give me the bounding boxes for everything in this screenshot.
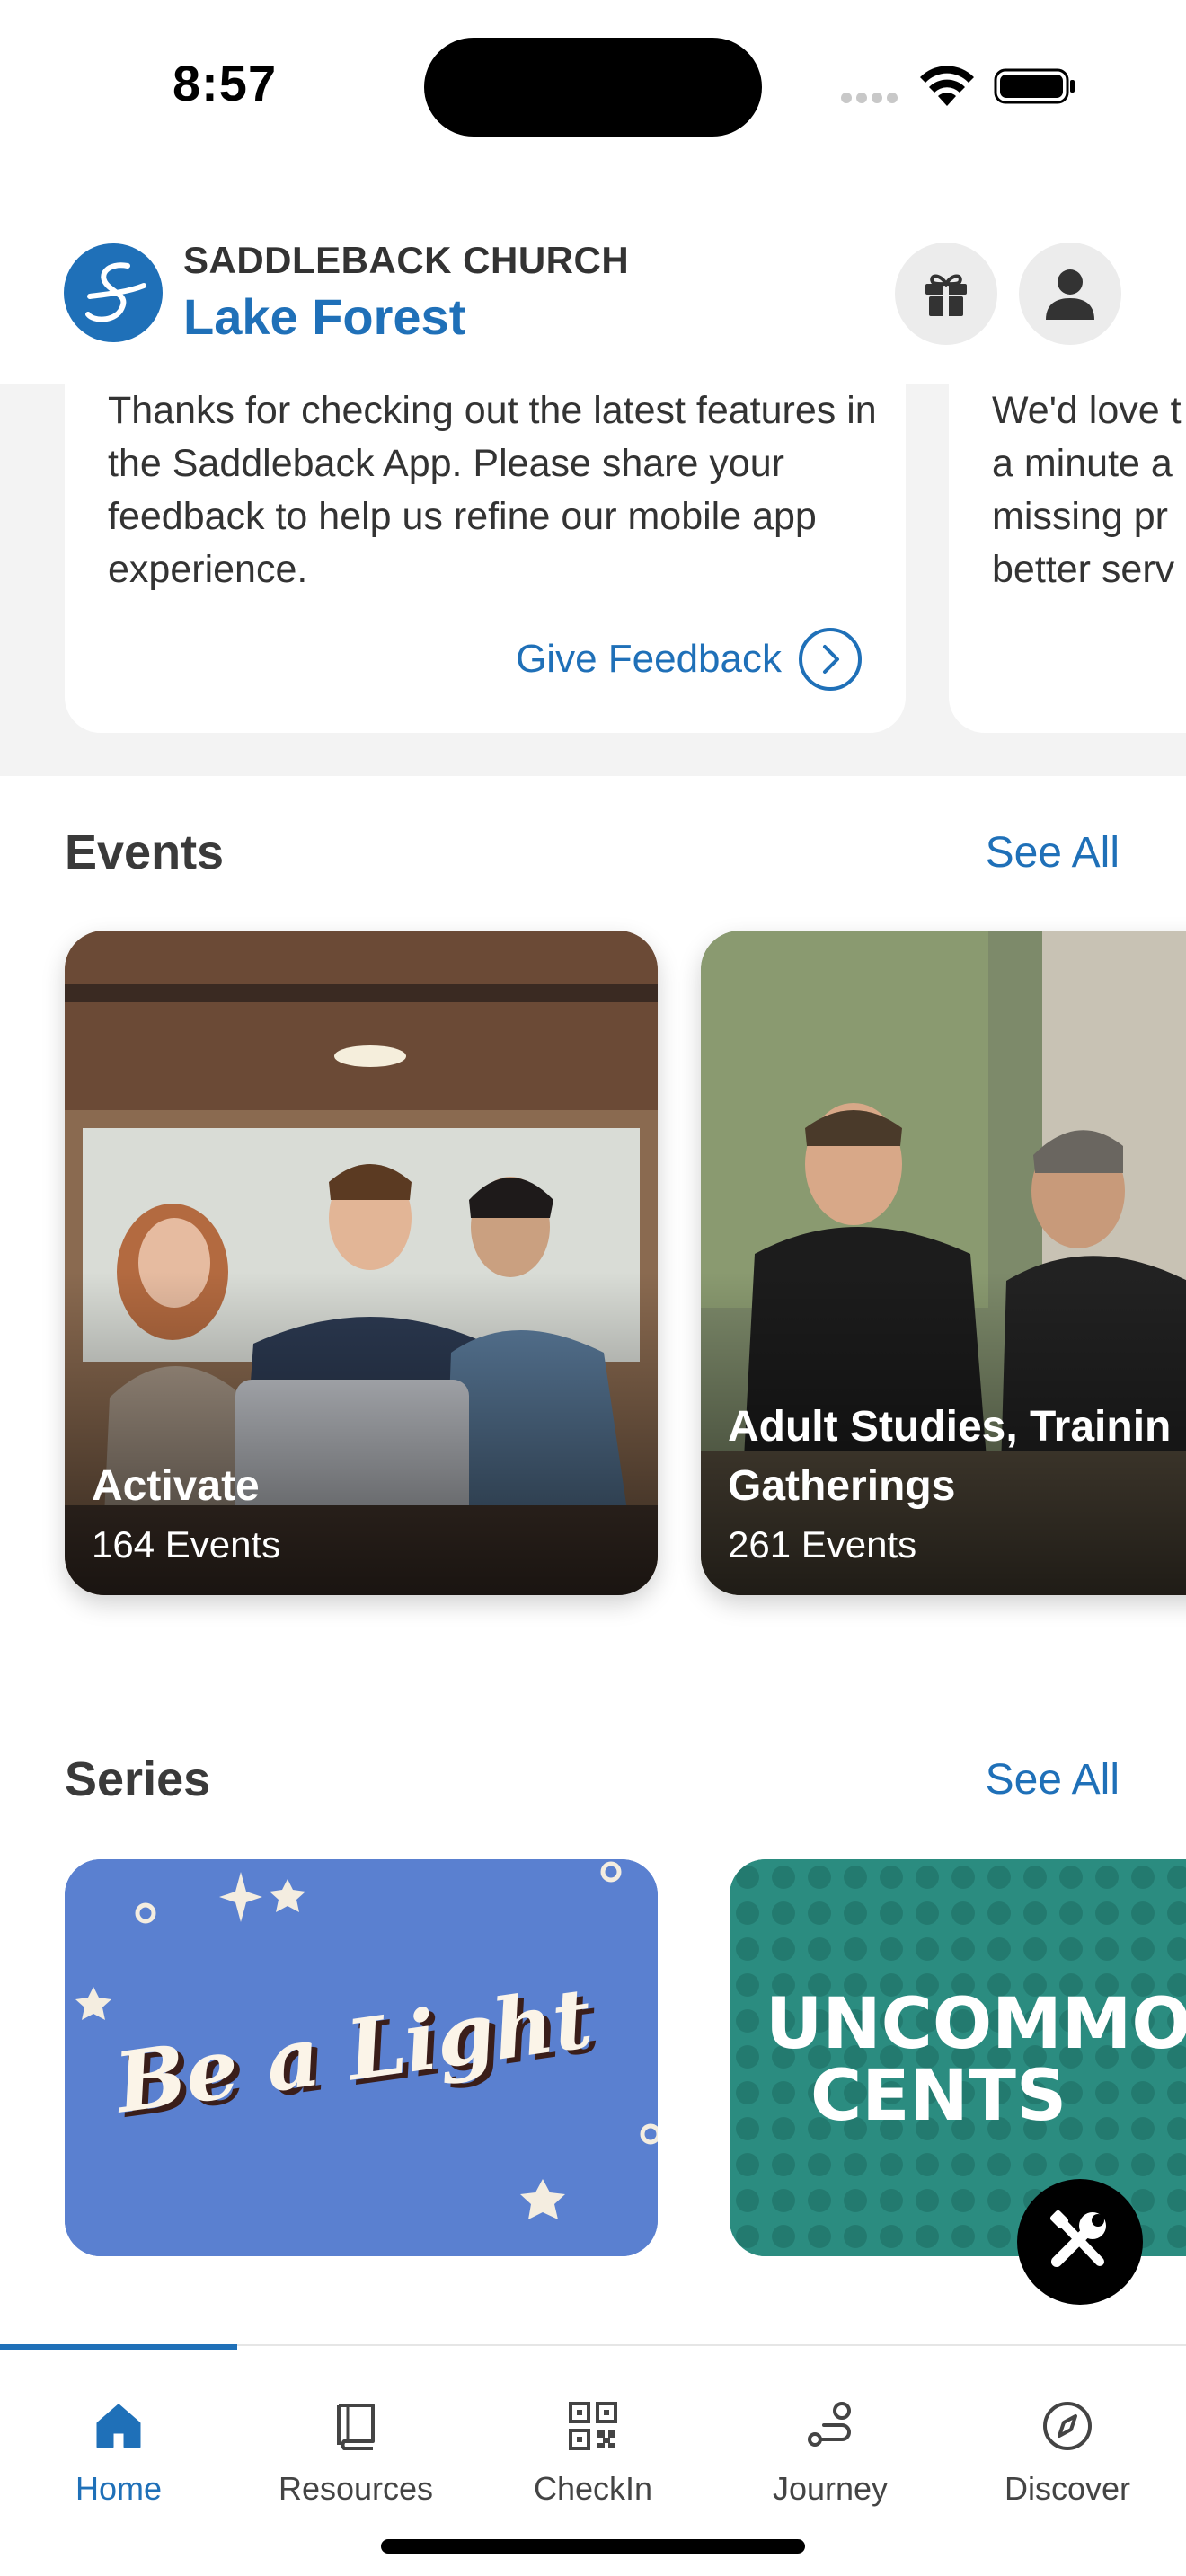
tools-fab-button[interactable]	[1017, 2179, 1143, 2305]
chevron-right-circle-icon	[799, 628, 862, 691]
campus-selector[interactable]: Lake Forest	[183, 287, 465, 346]
tab-label: Home	[75, 2470, 163, 2507]
home-indicator	[381, 2539, 805, 2554]
series-section-title: Series	[65, 1752, 211, 1806]
events-section-title: Events	[65, 825, 225, 879]
book-icon	[337, 2404, 375, 2450]
event-card-activate[interactable]: Activate 164 Events	[65, 931, 658, 1595]
compass-icon	[1043, 2402, 1092, 2450]
tab-journey[interactable]: Journey	[712, 2346, 949, 2526]
give-feedback-label: Give Feedback	[516, 637, 782, 681]
survey-card[interactable]: We'd love t a minute a missing pr better…	[949, 384, 1186, 733]
home-screen: 8:57 SADDLEBACK CHURCH Lake Forest Thank…	[0, 0, 1186, 2576]
dynamic-island	[424, 38, 762, 137]
series-artwork: Be a Light Be a Light	[65, 1859, 658, 2256]
app-header: SADDLEBACK CHURCH Lake Forest	[0, 171, 1186, 384]
status-time: 8:57	[173, 55, 278, 111]
event-count: 261 Events	[728, 1523, 917, 1566]
tab-label: Journey	[772, 2470, 889, 2507]
feedback-text: Thanks for checking out the latest featu…	[108, 389, 877, 591]
series-card-be-a-light[interactable]: Be a Light Be a Light	[65, 1859, 658, 2256]
battery-icon	[994, 68, 1075, 104]
tab-label: Resources	[278, 2470, 434, 2507]
qr-code-icon	[569, 2402, 617, 2450]
profile-button[interactable]	[1019, 243, 1121, 345]
tab-resources[interactable]: Resources	[237, 2346, 474, 2526]
give-button[interactable]	[895, 243, 997, 345]
person-icon	[1046, 269, 1094, 320]
cellular-signal-icon	[841, 92, 904, 104]
gift-icon	[925, 274, 967, 316]
tools-icon	[1049, 2210, 1106, 2267]
church-name: SADDLEBACK CHURCH	[183, 239, 630, 281]
status-bar: 8:57	[0, 0, 1186, 171]
tab-home[interactable]: Home	[0, 2346, 237, 2526]
route-icon	[808, 2402, 851, 2447]
events-see-all-link[interactable]: See All	[986, 828, 1120, 878]
event-title: Activate	[92, 1462, 260, 1510]
feedback-carousel[interactable]: Thanks for checking out the latest featu…	[0, 384, 1186, 776]
event-count: 164 Events	[92, 1523, 281, 1566]
home-icon	[96, 2404, 141, 2448]
series-see-all-link[interactable]: See All	[986, 1755, 1120, 1804]
give-feedback-link[interactable]: Give Feedback	[516, 627, 863, 692]
svg-text:CENTS: CENTS	[810, 2056, 1067, 2137]
tab-label: CheckIn	[533, 2470, 653, 2507]
event-card-adult-studies[interactable]: Adult Studies, Trainin Gatherings 261 Ev…	[701, 931, 1186, 1595]
event-title: Adult Studies, Trainin Gatherings	[728, 1403, 1172, 1510]
tab-checkin[interactable]: CheckIn	[474, 2346, 712, 2526]
feedback-card: Thanks for checking out the latest featu…	[65, 384, 906, 733]
saddleback-logo-icon[interactable]	[63, 243, 164, 343]
survey-card-text: We'd love t a minute a missing pr better…	[992, 389, 1182, 591]
tab-discover[interactable]: Discover	[949, 2346, 1186, 2526]
svg-text:UNCOMMON: UNCOMMON	[766, 1984, 1186, 2065]
tab-label: Discover	[1004, 2470, 1131, 2507]
wifi-icon	[920, 66, 974, 106]
